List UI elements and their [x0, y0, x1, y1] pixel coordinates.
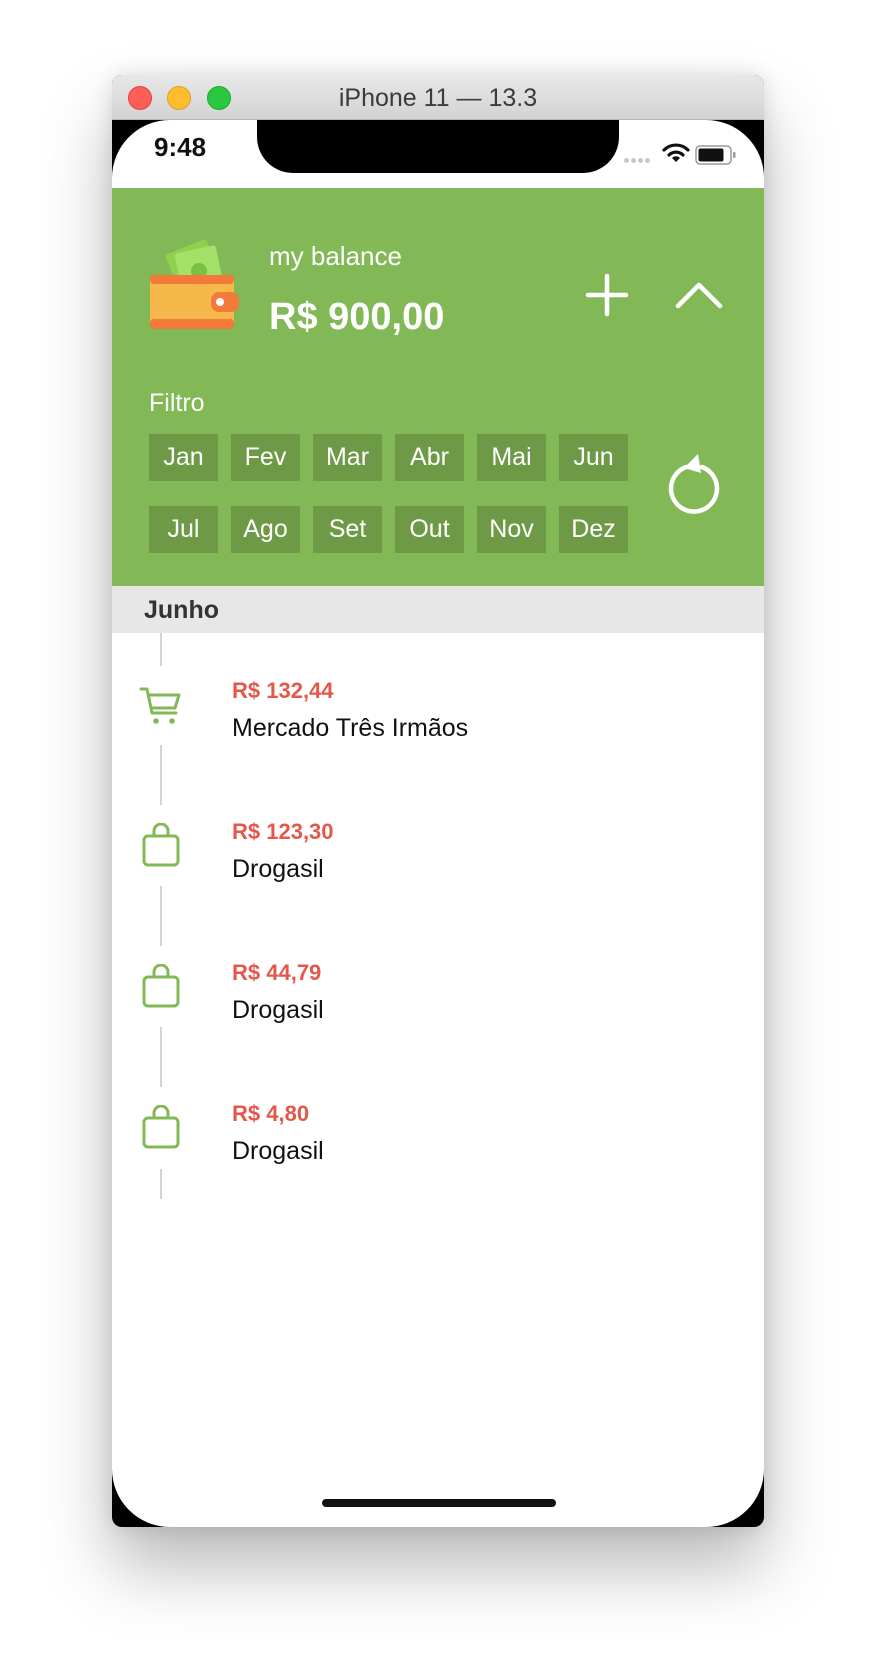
timeline-line	[160, 1027, 162, 1087]
month-button-set[interactable]: Set	[313, 506, 382, 553]
bag-icon	[142, 1105, 180, 1149]
month-button-dez[interactable]: Dez	[559, 506, 628, 553]
timeline-line	[160, 633, 162, 666]
month-button-jan[interactable]: Jan	[149, 434, 218, 481]
month-section-header: Junho	[112, 586, 764, 633]
month-button-abr[interactable]: Abr	[395, 434, 464, 481]
window-titlebar: iPhone 11 — 13.3	[112, 75, 764, 120]
month-button-nov[interactable]: Nov	[477, 506, 546, 553]
timeline-line	[160, 886, 162, 946]
add-button[interactable]	[582, 270, 632, 320]
bag-icon	[142, 823, 180, 867]
timeline-line	[160, 1169, 162, 1199]
reset-filter-button[interactable]	[664, 450, 724, 516]
timeline-line	[160, 745, 162, 805]
transaction-name: Drogasil	[232, 855, 324, 883]
wallet-icon	[150, 239, 239, 329]
month-button-mai[interactable]: Mai	[477, 434, 546, 481]
transaction-name: Drogasil	[232, 1137, 324, 1165]
window-title: iPhone 11 — 13.3	[338, 84, 538, 112]
transaction-amount: R$ 44,79	[232, 960, 322, 985]
battery-icon	[695, 145, 736, 165]
cart-icon	[139, 687, 181, 724]
filter-label: Filtro	[149, 389, 205, 417]
month-button-jul[interactable]: Jul	[149, 506, 218, 553]
notch	[257, 120, 619, 173]
month-button-mar[interactable]: Mar	[313, 434, 382, 481]
month-button-out[interactable]: Out	[395, 506, 464, 553]
wifi-icon	[662, 143, 690, 162]
signal-icon	[624, 158, 652, 164]
phone-screen: 9:48 my balance R$ 900,00 Filtro Jan Fev…	[112, 120, 764, 1527]
balance-label: my balance	[269, 241, 402, 271]
bag-icon	[142, 964, 180, 1008]
balance-value: R$ 900,00	[269, 296, 445, 338]
transaction-amount: R$ 4,80	[232, 1101, 310, 1126]
transaction-amount: R$ 132,44	[232, 678, 334, 703]
month-button-ago[interactable]: Ago	[231, 506, 300, 553]
transaction-name: Drogasil	[232, 996, 324, 1024]
section-title: Junho	[144, 596, 219, 624]
home-indicator[interactable]	[322, 1499, 556, 1507]
status-time: 9:48	[154, 132, 207, 162]
month-button-jun[interactable]: Jun	[559, 434, 628, 481]
simulator-window: iPhone 11 — 13.3 9:48 my balance R$ 900,…	[112, 75, 764, 1527]
collapse-button[interactable]	[672, 270, 726, 320]
month-button-fev[interactable]: Fev	[231, 434, 300, 481]
transaction-name: Mercado Três Irmãos	[232, 714, 469, 742]
transaction-amount: R$ 123,30	[232, 819, 334, 844]
balance-header: my balance R$ 900,00 Filtro Jan Fev Mar …	[112, 188, 764, 586]
